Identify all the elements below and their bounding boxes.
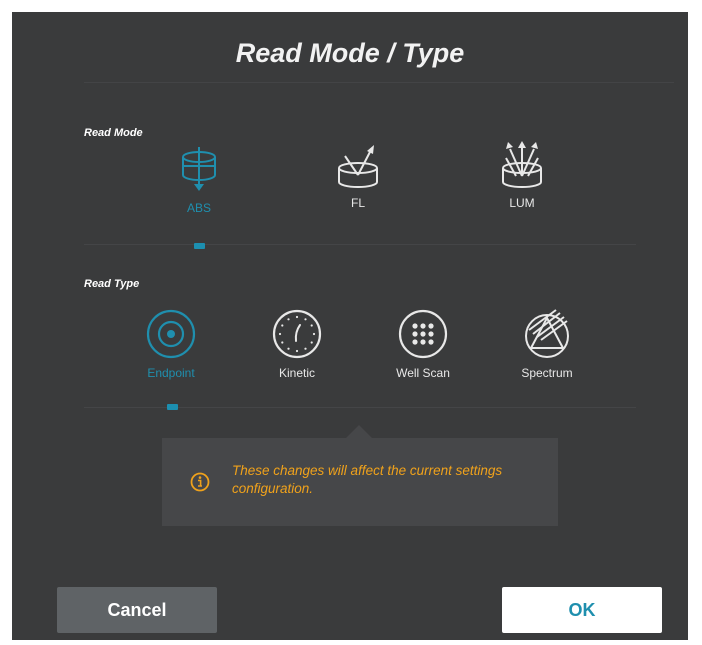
info-message: These changes will affect the current se… [232,463,503,496]
dialog-title: Read Mode / Type [235,38,465,68]
ok-button[interactable]: OK [502,587,662,633]
read-mode-label: Read Mode [84,127,143,139]
read-type-option-label: Spectrum [521,366,573,380]
info-callout-pointer [346,425,372,438]
endpoint-icon [146,309,196,359]
read-type-selection-marker [167,404,178,410]
cancel-button[interactable]: Cancel [57,587,217,633]
read-type-option-well-scan[interactable]: Well Scan [368,308,478,380]
read-type-option-spectrum[interactable]: Spectrum [492,304,602,380]
read-type-option-label: Well Scan [396,366,450,380]
absorbance-icon [182,147,216,191]
read-mode-divider [84,244,636,245]
read-type-option-endpoint[interactable]: Endpoint [116,308,226,380]
read-mode-option-label: ABS [186,201,211,215]
read-type-option-label: Endpoint [147,366,195,380]
info-icon [190,472,210,492]
fluorescence-icon [338,145,378,188]
read-type-label: Read Type [84,278,140,290]
read-type-option-label: Kinetic [278,366,316,380]
spectrum-icon [525,309,569,358]
kinetic-clock-icon [272,309,322,359]
well-scan-grid-icon [398,309,448,359]
info-callout: These changes will affect the current se… [162,438,558,526]
title-divider [84,82,674,83]
read-mode-option-lum[interactable]: LUM [467,140,577,210]
read-mode-option-fl[interactable]: FL [303,142,413,210]
read-mode-selection-marker [194,243,205,249]
read-mode-option-abs[interactable]: ABS [144,145,254,215]
read-mode-type-dialog: Read Mode / Type Read Mode ABS FL LUM Re… [12,12,688,640]
luminescence-icon [502,141,542,188]
read-type-option-kinetic[interactable]: Kinetic [242,308,352,380]
read-mode-option-label: LUM [509,196,535,210]
read-mode-option-label: FL [350,196,365,210]
